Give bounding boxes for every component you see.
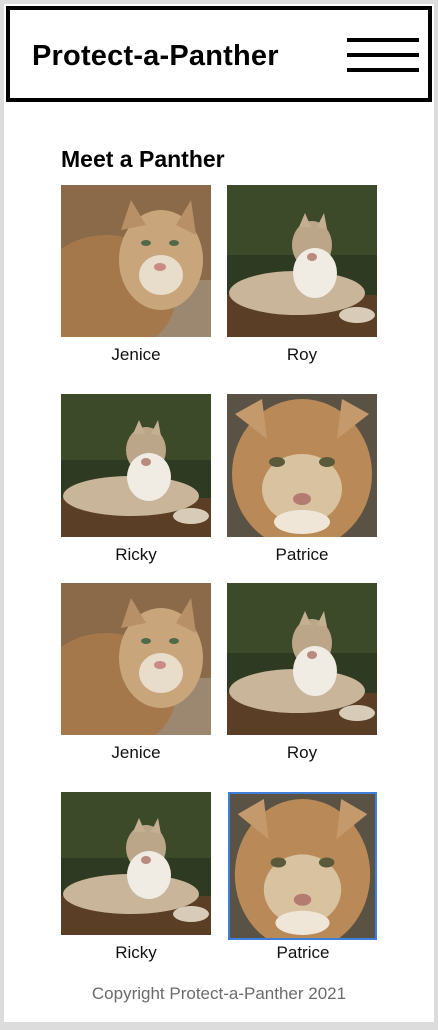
footer-copyright: Copyright Protect-a-Panther 2021 <box>91 984 347 1003</box>
panther-card[interactable]: Patrice <box>227 394 377 565</box>
panther-name: Roy <box>286 345 318 364</box>
site-title[interactable]: Protect-a-Panther <box>32 40 279 73</box>
panther-card[interactable]: Ricky <box>61 394 211 565</box>
panther-name: Ricky <box>115 943 157 962</box>
panther-card-selected[interactable]: Patrice <box>228 792 378 963</box>
panther-card[interactable]: Jenice <box>61 583 211 763</box>
panther-closeup-photo[interactable] <box>61 583 211 735</box>
menu-bar <box>347 38 419 42</box>
panther-name: Roy <box>286 743 318 762</box>
panther-name: Jenice <box>111 345 161 364</box>
panther-card[interactable]: Roy <box>227 583 377 763</box>
panther-card[interactable]: Jenice <box>61 185 211 365</box>
panther-card[interactable]: Roy <box>227 185 377 365</box>
site-header: Protect-a-Panther <box>6 6 432 102</box>
panther-closeup-photo[interactable] <box>61 185 211 337</box>
panther-name: Jenice <box>111 743 161 762</box>
panther-lying-photo[interactable] <box>227 583 377 735</box>
panther-lying-photo[interactable] <box>61 394 211 537</box>
menu-bar <box>347 53 419 57</box>
panther-name: Patrice <box>275 545 329 564</box>
hamburger-menu-icon[interactable] <box>347 37 419 75</box>
panther-lying-photo[interactable] <box>227 185 377 337</box>
panther-face-photo[interactable] <box>227 394 377 537</box>
panther-lying-photo[interactable] <box>61 792 211 935</box>
page: Protect-a-Panther Meet a Panther Jenice … <box>4 4 434 1022</box>
panther-name: Ricky <box>115 545 157 564</box>
section-title: Meet a Panther <box>61 146 225 172</box>
panther-name: Patrice <box>276 943 330 962</box>
menu-bar <box>347 68 419 72</box>
panther-face-photo[interactable] <box>228 792 377 940</box>
panther-card[interactable]: Ricky <box>61 792 211 963</box>
